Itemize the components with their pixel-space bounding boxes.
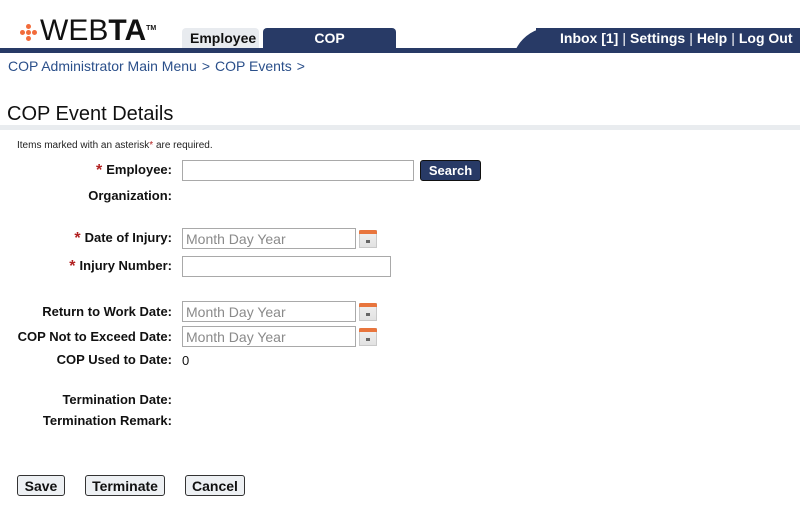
search-button[interactable]: Search	[420, 160, 481, 181]
tab-employee[interactable]: Employee	[182, 28, 259, 49]
organization-label: Organization:	[88, 188, 172, 203]
date-of-injury-label: * Date of Injury:	[74, 230, 172, 247]
save-button[interactable]: Save	[17, 475, 65, 496]
required-asterisk: *	[69, 258, 76, 275]
app-header: WEBTATM Employee COP Administrator Inbox…	[0, 0, 800, 67]
terminate-button[interactable]: Terminate	[85, 475, 165, 496]
breadcrumb-cop-events[interactable]: COP Events	[215, 58, 292, 74]
not-to-exceed-label: COP Not to Exceed Date:	[17, 329, 172, 344]
termination-remark-label: Termination Remark:	[42, 413, 172, 428]
title-divider	[0, 125, 800, 130]
breadcrumb-separator: >	[201, 58, 211, 74]
header-bar	[0, 48, 800, 53]
not-to-exceed-input[interactable]	[182, 326, 356, 347]
logo-dots-icon	[20, 22, 38, 46]
cancel-button[interactable]: Cancel	[185, 475, 245, 496]
utility-nav: Inbox [1] | Settings | Help | Log Out	[536, 28, 800, 49]
calendar-icon[interactable]	[359, 303, 377, 321]
employee-input[interactable]	[182, 160, 414, 181]
termination-date-label: Termination Date:	[62, 392, 172, 407]
return-to-work-input[interactable]	[182, 301, 356, 322]
breadcrumb-main-menu[interactable]: COP Administrator Main Menu	[8, 58, 197, 74]
webta-logo: WEBTATM	[20, 12, 156, 46]
injury-number-input[interactable]	[182, 256, 391, 277]
injury-number-label: * Injury Number:	[69, 258, 172, 275]
page-title: COP Event Details	[7, 103, 174, 125]
return-to-work-label: Return to Work Date:	[42, 304, 172, 319]
used-to-date-value: 0	[182, 353, 190, 368]
inbox-link[interactable]: Inbox [1]	[560, 30, 618, 46]
separator: |	[622, 30, 626, 46]
separator: |	[731, 30, 735, 46]
required-note: Items marked with an asterisk* are requi…	[17, 140, 213, 151]
breadcrumb-separator: >	[296, 58, 305, 74]
date-of-injury-input[interactable]	[182, 228, 356, 249]
breadcrumb: COP Administrator Main Menu > COP Events >	[8, 58, 310, 74]
calendar-icon[interactable]	[359, 230, 377, 248]
calendar-icon[interactable]	[359, 328, 377, 346]
used-to-date-label: COP Used to Date:	[56, 352, 172, 367]
separator: |	[689, 30, 693, 46]
required-asterisk: *	[74, 230, 81, 247]
help-link[interactable]: Help	[697, 30, 727, 46]
tab-cop-administrator[interactable]: COP Administrator	[263, 28, 396, 67]
settings-link[interactable]: Settings	[630, 30, 685, 46]
employee-label: * Employee:	[96, 162, 172, 179]
logout-link[interactable]: Log Out	[739, 30, 793, 46]
required-asterisk: *	[96, 162, 103, 179]
logo-text: WEBTATM	[40, 14, 157, 47]
